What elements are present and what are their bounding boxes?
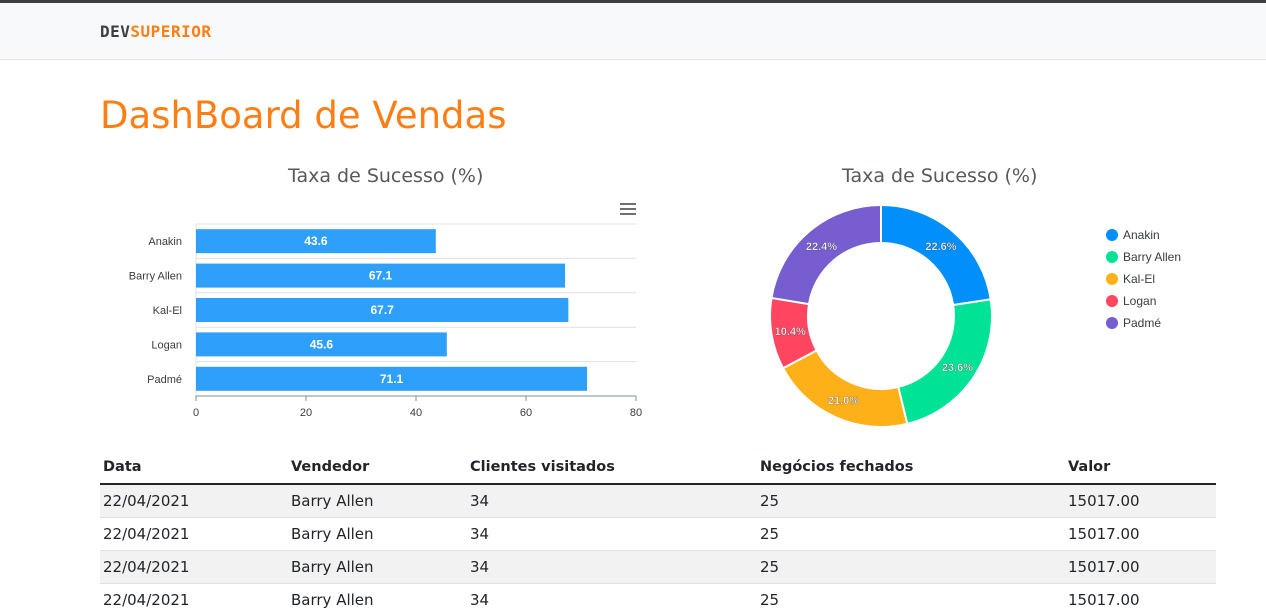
table-cell: 34 [467,582,757,616]
donut-slice[interactable] [770,203,882,306]
table-row[interactable]: 22/04/2021 Barry Allen 34 25 15017.00 [100,549,1216,583]
table-cell: 25 [757,582,1065,616]
table-header-cell: Vendedor [288,450,467,485]
legend-marker [1106,317,1118,329]
table-cell: 15017.00 [1065,549,1216,583]
table-cell: Barry Allen [288,516,467,550]
bar-category-label: Kal-El [153,305,182,317]
bar-x-tick-label: 80 [630,407,642,419]
bar-category-label: Anakin [148,236,182,248]
bar-value-label: 45.6 [310,337,334,351]
table-cell: 34 [467,549,757,583]
legend-label: Anakin [1123,228,1160,242]
table-header-cell: Valor [1065,450,1216,485]
bar-value-label: 67.1 [369,269,393,283]
donut-chart-title: Taxa de Sucesso (%) [842,165,1038,187]
donut-slice-label: 22.4% [806,241,837,253]
table-header-cell: Clientes visitados [467,450,757,485]
table-cell: 22/04/2021 [100,483,288,517]
table-cell: 15017.00 [1065,516,1216,550]
table-row[interactable]: 22/04/2021 Barry Allen 34 25 15017.00 [100,483,1216,517]
legend-label: Kal-El [1123,272,1156,286]
brand-logo-dev: DEV [100,22,131,41]
bar-x-tick-label: 20 [300,407,312,419]
bar-x-tick-label: 40 [410,407,422,419]
bar-category-label: Logan [151,339,182,351]
donut-slice-label: 22.6% [925,241,956,253]
bar-x-tick-label: 60 [520,407,532,419]
table-row[interactable]: 22/04/2021 Barry Allen 34 25 15017.00 [100,582,1216,616]
legend-item[interactable]: Kal-El [1106,268,1181,290]
bar-category-label: Padmé [147,374,182,386]
legend-label: Logan [1123,294,1157,308]
bar-x-tick-label: 0 [193,407,199,419]
navbar: DEVSUPERIOR [0,3,1266,60]
bar-chart-title: Taxa de Sucesso (%) [288,165,484,187]
brand-logo[interactable]: DEVSUPERIOR [100,22,211,41]
brand-logo-superior: SUPERIOR [130,22,212,41]
table-cell: 15017.00 [1065,483,1216,517]
bar-value-label: 43.6 [304,234,328,248]
table-cell: 34 [467,516,757,550]
legend-label: Barry Allen [1123,250,1182,264]
legend-marker [1106,229,1118,241]
legend-marker [1106,273,1118,285]
table-cell: Barry Allen [288,582,467,616]
legend-marker [1106,295,1118,307]
donut-legend: Anakin Barry Allen Kal-El Logan Padmé [1106,224,1181,334]
sales-table: Data Vendedor Clientes visitados Negócios f… [100,450,1216,616]
donut-slice[interactable] [781,349,909,428]
legend-item[interactable]: Logan [1106,290,1181,312]
page-title: DashBoard de Vendas [100,94,507,137]
table-cell: 22/04/2021 [100,582,288,616]
bar-category-label: Barry Allen [129,271,182,283]
donut-slice-label: 23.6% [942,362,973,374]
table-cell: Barry Allen [288,483,467,517]
table-cell: 25 [757,483,1065,517]
table-header-cell: Data [100,450,288,485]
table-cell: 25 [757,549,1065,583]
table-cell: Barry Allen [288,549,467,583]
donut-slice-label: 21.0% [828,395,859,407]
bar-chart: 43.6 Anakin 67.1 Barry Allen 67.7 Kal-El 45.6 L… [129,223,642,419]
legend-item[interactable]: Barry Allen [1106,246,1181,268]
bar-value-label: 67.7 [370,303,394,317]
donut-slice-label: 10.4% [775,326,806,338]
bar-value-label: 71.1 [380,372,404,386]
legend-item[interactable]: Anakin [1106,224,1181,246]
table-cell: 34 [467,483,757,517]
table-cell: 22/04/2021 [100,516,288,550]
table-cell: 15017.00 [1065,582,1216,616]
legend-item[interactable]: Padmé [1106,312,1181,334]
donut-slice[interactable] [880,203,992,307]
table-header-row: Data Vendedor Clientes visitados Negócios f… [100,450,1216,485]
table-row[interactable]: 22/04/2021 Barry Allen 34 25 15017.00 [100,516,1216,550]
table-cell: 25 [757,516,1065,550]
table-body: 22/04/2021 Barry Allen 34 25 15017.00 22/04/2… [100,483,1216,616]
table-header-cell: Negócios fechados [757,450,1065,485]
table-cell: 22/04/2021 [100,549,288,583]
donut-chart: 22.6% 23.6% 21.0% 10.4% 22.4% [769,203,993,428]
legend-label: Padmé [1123,316,1162,330]
legend-marker [1106,251,1118,263]
